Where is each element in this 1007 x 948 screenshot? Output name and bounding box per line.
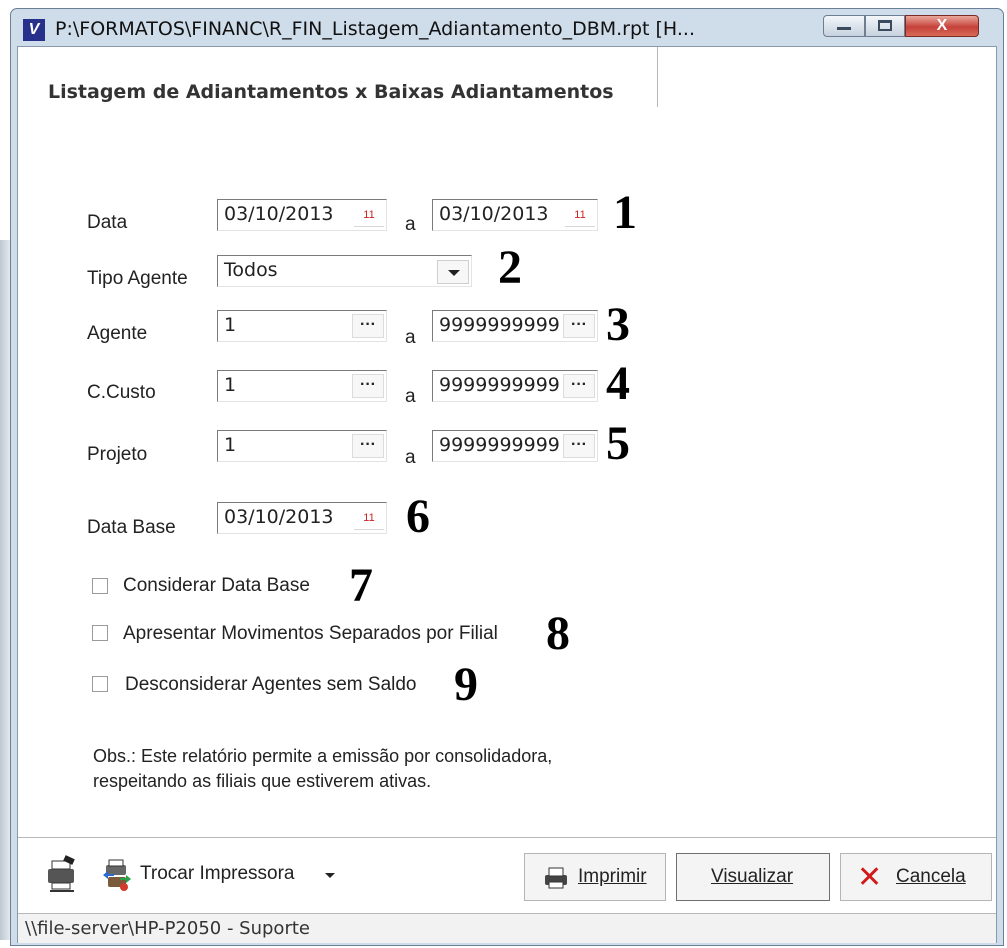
report-window: V P:\FORMATOS\FINANC\R_FIN_Listagem_Adia… bbox=[10, 8, 1004, 946]
marker-1: 1 bbox=[613, 186, 637, 239]
projeto-to-value: 9999999999 bbox=[439, 434, 560, 456]
agente-range-separator: a bbox=[405, 327, 416, 348]
marker-4: 4 bbox=[606, 357, 630, 410]
lookup-ellipsis-icon[interactable]: ··· bbox=[563, 374, 595, 398]
marker-8: 8 bbox=[546, 607, 570, 660]
lookup-ellipsis-icon[interactable]: ··· bbox=[352, 434, 384, 458]
footer-divider bbox=[18, 837, 996, 838]
status-bar: \\file-server\HP-P2050 - Suporte bbox=[18, 913, 996, 943]
projeto-to-field[interactable]: 9999999999 ··· bbox=[432, 430, 598, 462]
client-area: Listagem de Adiantamentos x Baixas Adian… bbox=[17, 46, 997, 943]
data-base-value: 03/10/2013 bbox=[224, 506, 334, 528]
obs-note: Obs.: Este relatório permite a emissão p… bbox=[93, 744, 552, 794]
lookup-ellipsis-icon[interactable]: ··· bbox=[563, 314, 595, 338]
lookup-ellipsis-icon[interactable]: ··· bbox=[352, 374, 384, 398]
cancel-x-icon: ✕ bbox=[857, 861, 883, 894]
desconsiderar-agentes-label[interactable]: Desconsiderar Agentes sem Saldo bbox=[125, 674, 417, 696]
considerar-data-base-label[interactable]: Considerar Data Base bbox=[123, 575, 310, 597]
cancela-label: Cancela bbox=[896, 866, 966, 887]
tipo-agente-select[interactable]: Todos bbox=[217, 255, 472, 287]
close-icon: X bbox=[936, 17, 948, 34]
ccusto-range-separator: a bbox=[405, 386, 416, 407]
lookup-ellipsis-icon[interactable]: ··· bbox=[563, 434, 595, 458]
printer-icon bbox=[545, 867, 567, 889]
agente-to-field[interactable]: 9999999999 ··· bbox=[432, 310, 598, 342]
imprimir-label: Imprimir bbox=[578, 866, 647, 887]
swap-printer-icon bbox=[103, 859, 131, 891]
label-data: Data bbox=[87, 212, 128, 233]
considerar-data-base-checkbox[interactable] bbox=[92, 578, 108, 594]
dropdown-button[interactable] bbox=[437, 260, 469, 284]
printer-setup-icon bbox=[48, 855, 75, 892]
window-title: P:\FORMATOS\FINANC\R_FIN_Listagem_Adiant… bbox=[55, 18, 696, 40]
trocar-impressora-label: Trocar Impressora bbox=[140, 863, 295, 884]
calendar-icon[interactable]: 11 bbox=[565, 204, 595, 227]
obs-line-1: Obs.: Este relatório permite a emissão p… bbox=[93, 746, 553, 766]
title-bar[interactable]: V P:\FORMATOS\FINANC\R_FIN_Listagem_Adia… bbox=[11, 9, 1003, 47]
label-tipo-agente: Tipo Agente bbox=[87, 268, 188, 289]
status-printer-path: \\file-server\HP-P2050 - Suporte bbox=[25, 918, 310, 939]
data-from-field[interactable]: 03/10/2013 11 bbox=[217, 199, 387, 231]
ccusto-from-value: 1 bbox=[224, 374, 237, 396]
marker-9: 9 bbox=[454, 658, 478, 711]
projeto-range-separator: a bbox=[405, 447, 416, 468]
marker-6: 6 bbox=[406, 490, 430, 543]
label-ccusto: C.Custo bbox=[87, 382, 156, 403]
trocar-impressora-button[interactable]: Trocar Impressora bbox=[102, 855, 346, 895]
background-desktop-strip bbox=[0, 240, 10, 940]
close-button[interactable]: X bbox=[905, 15, 979, 37]
tipo-agente-value: Todos bbox=[224, 259, 278, 281]
ccusto-to-value: 9999999999 bbox=[439, 374, 560, 396]
marker-2: 2 bbox=[498, 241, 522, 294]
obs-line-2: respeitando as filiais que estiverem ati… bbox=[93, 771, 432, 791]
dropdown-caret-icon bbox=[325, 873, 335, 878]
data-range-separator: a bbox=[405, 214, 416, 235]
projeto-from-field[interactable]: 1 ··· bbox=[217, 430, 387, 462]
data-to-field[interactable]: 03/10/2013 11 bbox=[432, 199, 598, 231]
lookup-ellipsis-icon[interactable]: ··· bbox=[352, 314, 384, 338]
desconsiderar-agentes-checkbox[interactable] bbox=[92, 676, 108, 692]
minimize-button[interactable] bbox=[823, 15, 865, 37]
tab-listagem[interactable]: Listagem de Adiantamentos x Baixas Adian… bbox=[38, 47, 658, 107]
minimize-icon bbox=[837, 27, 851, 30]
data-from-value: 03/10/2013 bbox=[224, 203, 334, 225]
tab-label: Listagem de Adiantamentos x Baixas Adian… bbox=[48, 81, 614, 103]
ccusto-to-field[interactable]: 9999999999 ··· bbox=[432, 370, 598, 402]
data-to-value: 03/10/2013 bbox=[439, 203, 549, 225]
calendar-icon[interactable]: 11 bbox=[354, 507, 384, 530]
marker-7: 7 bbox=[349, 559, 373, 612]
maximize-button[interactable] bbox=[865, 15, 905, 37]
label-data-base: Data Base bbox=[87, 517, 176, 538]
visualizar-label: Visualizar bbox=[711, 866, 794, 887]
chevron-down-icon bbox=[448, 270, 460, 276]
projeto-from-value: 1 bbox=[224, 434, 237, 456]
app-logo-icon: V bbox=[23, 19, 45, 41]
data-base-field[interactable]: 03/10/2013 11 bbox=[217, 502, 387, 534]
apresentar-movimentos-checkbox[interactable] bbox=[92, 625, 108, 641]
calendar-icon[interactable]: 11 bbox=[354, 204, 384, 227]
agente-to-value: 9999999999 bbox=[439, 314, 560, 336]
printer-setup-button[interactable] bbox=[44, 855, 80, 895]
agente-from-field[interactable]: 1 ··· bbox=[217, 310, 387, 342]
label-projeto: Projeto bbox=[87, 444, 148, 465]
apresentar-movimentos-label[interactable]: Apresentar Movimentos Separados por Fili… bbox=[123, 623, 498, 645]
visualizar-button[interactable]: Visualizar bbox=[676, 853, 830, 901]
imprimir-button[interactable]: Imprimir bbox=[524, 853, 666, 901]
cancela-button[interactable]: ✕ Cancela bbox=[840, 853, 992, 901]
ccusto-from-field[interactable]: 1 ··· bbox=[217, 370, 387, 402]
label-agente: Agente bbox=[87, 323, 148, 344]
maximize-icon bbox=[878, 20, 892, 31]
marker-5: 5 bbox=[606, 417, 630, 470]
agente-from-value: 1 bbox=[224, 314, 237, 336]
marker-3: 3 bbox=[606, 298, 630, 351]
